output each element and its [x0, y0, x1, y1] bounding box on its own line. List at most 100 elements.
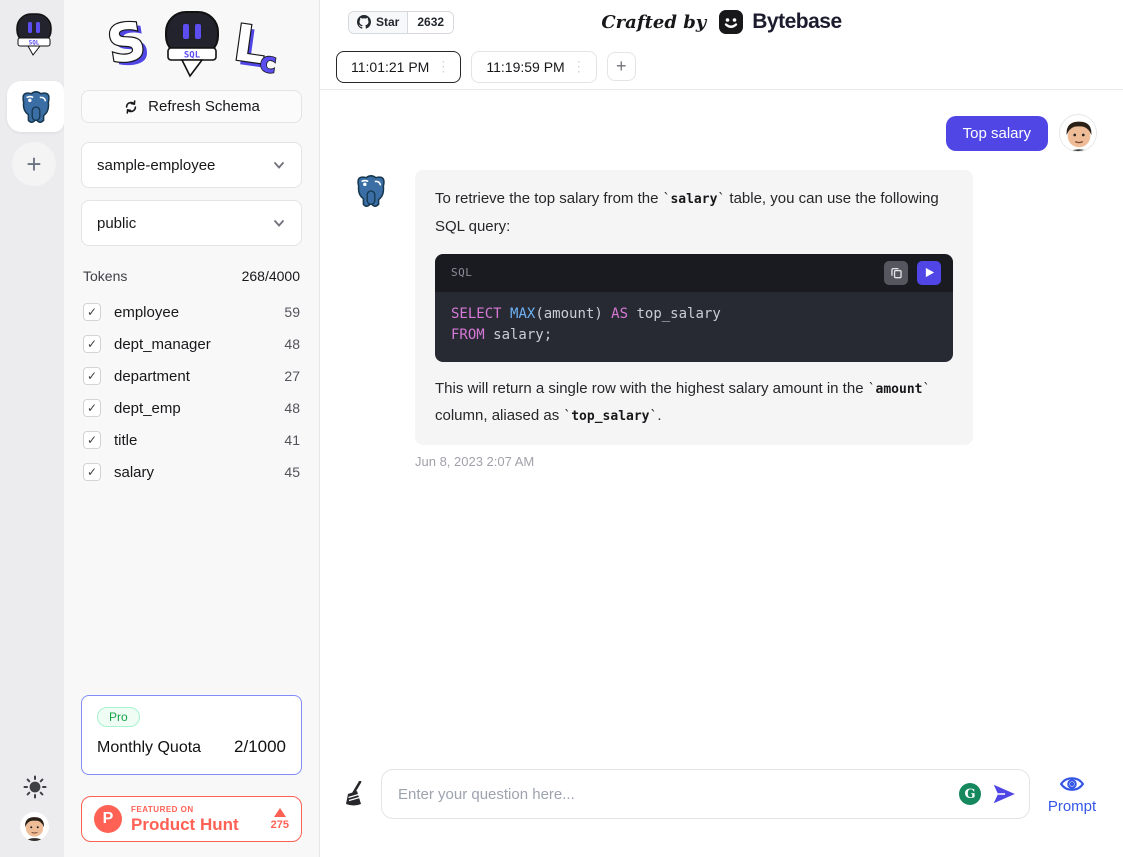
- tabs-list: 11:01:21 PM⋮11:19:59 PM⋮: [336, 51, 597, 83]
- play-icon: [924, 267, 935, 278]
- table-row[interactable]: ✓ dept_manager 48: [81, 328, 302, 360]
- github-star-button[interactable]: Star 2632: [348, 11, 454, 34]
- inline-code: amount: [868, 382, 931, 397]
- schema-select[interactable]: public: [81, 200, 302, 246]
- table-name: dept_manager: [114, 336, 211, 353]
- postgres-icon: [17, 88, 55, 126]
- table-row[interactable]: ✓employee59: [81, 296, 302, 328]
- table-checkbox[interactable]: ✓: [83, 335, 101, 353]
- product-hunt-brand: Product Hunt: [131, 816, 262, 833]
- product-hunt-upvote: 275: [271, 808, 289, 831]
- code-language-label: SQL: [451, 267, 884, 278]
- inline-code: top_salary: [563, 409, 657, 424]
- table-row[interactable]: ✓ dept_emp 48: [81, 392, 302, 424]
- refresh-schema-label: Refresh Schema: [148, 98, 260, 115]
- sql-code-block: SQL SELECT MAX(amount) AS: [435, 254, 953, 362]
- assistant-postgres-avatar: [352, 172, 390, 210]
- text-run: column, aliased as: [435, 407, 563, 424]
- table-token-count: 27: [284, 368, 300, 384]
- table-checkbox[interactable]: ✓: [83, 399, 101, 417]
- user-avatar: [1059, 114, 1097, 152]
- chevron-down-icon: [272, 216, 286, 230]
- tab-label: 11:01:21 PM: [351, 59, 429, 75]
- send-button[interactable]: [991, 781, 1017, 807]
- upvote-triangle-icon: [274, 808, 286, 817]
- table-checkbox[interactable]: ✓: [83, 367, 101, 385]
- product-hunt-badge[interactable]: P FEATURED ON Product Hunt 275: [81, 796, 302, 842]
- refresh-schema-button[interactable]: Refresh Schema: [81, 90, 302, 123]
- run-query-button[interactable]: [917, 261, 941, 285]
- question-input[interactable]: [398, 786, 949, 803]
- code-token: FROM: [451, 327, 485, 343]
- table-checkbox[interactable]: ✓: [83, 303, 101, 321]
- question-input-container: G: [381, 769, 1030, 819]
- connection-select[interactable]: sample-employee: [81, 142, 302, 188]
- code-token: [502, 306, 510, 322]
- quota-card: Pro Monthly Quota 2/1000: [81, 695, 302, 775]
- user-profile-avatar[interactable]: [20, 812, 49, 841]
- user-message-bubble: Top salary: [946, 116, 1048, 151]
- pro-badge: Pro: [97, 707, 140, 727]
- text-run: .: [657, 407, 661, 424]
- topbar: Star 2632 Crafted by Bytebase: [320, 0, 1123, 44]
- star-count: 2632: [408, 12, 453, 33]
- theme-toggle-sun-icon[interactable]: [23, 775, 47, 799]
- tab-menu-icon[interactable]: ⋮: [436, 58, 450, 75]
- bytebase-wordmark: Bytebase: [752, 10, 841, 34]
- assistant-message-bubble: To retrieve the top salary from the sala…: [415, 170, 973, 445]
- table-token-count: 59: [284, 304, 300, 320]
- star-label: Star: [376, 15, 399, 29]
- code-token: salary;: [485, 327, 552, 343]
- table-token-count: 48: [284, 400, 300, 416]
- message-timestamp: Jun 8, 2023 2:07 AM: [415, 454, 973, 469]
- table-checkbox[interactable]: ✓: [83, 431, 101, 449]
- new-tab-button[interactable]: +: [607, 52, 636, 81]
- sqlchat-bot-icon[interactable]: SQL: [14, 12, 54, 56]
- table-token-count: 48: [284, 336, 300, 352]
- text-run: To retrieve the top salary from the: [435, 190, 663, 207]
- code-token: MAX: [510, 306, 535, 322]
- tab-session[interactable]: 11:01:21 PM ⋮: [336, 51, 461, 83]
- text-run: This will return a single row with the h…: [435, 380, 868, 397]
- tokens-value: 268/4000: [242, 268, 300, 284]
- grammarly-icon[interactable]: G: [959, 783, 981, 805]
- table-name: title: [114, 432, 137, 449]
- code-token: top_salary: [628, 306, 721, 322]
- table-row[interactable]: ✓salary45: [81, 456, 302, 488]
- code-token: AS: [611, 306, 628, 322]
- quota-value: 2/1000: [234, 737, 286, 757]
- chevron-down-icon: [272, 158, 286, 172]
- code-line: SELECT MAX(amount) AS top_salary: [451, 304, 937, 325]
- tab-menu-icon[interactable]: ⋮: [572, 58, 586, 75]
- refresh-icon: [123, 99, 139, 115]
- table-name: department: [114, 368, 190, 385]
- sqlchat-logo: S S SQL L L c: [81, 0, 302, 90]
- conversation-tabs: 11:01:21 PM⋮11:19:59 PM⋮ +: [320, 44, 1123, 90]
- product-hunt-logo: P: [94, 805, 122, 833]
- table-name: dept_emp: [114, 400, 181, 417]
- tokens-row: Tokens 268/4000: [81, 268, 302, 284]
- table-checkbox[interactable]: ✓: [83, 463, 101, 481]
- tab-session[interactable]: 11:19:59 PM⋮: [471, 51, 596, 83]
- chat-main: Star 2632 Crafted by Bytebase 11:01:21 P…: [320, 0, 1123, 857]
- copy-icon: [890, 266, 903, 279]
- table-name: salary: [114, 464, 154, 481]
- table-row[interactable]: ✓ department 27: [81, 360, 302, 392]
- prompt-button[interactable]: Prompt: [1043, 773, 1101, 815]
- schema-sidebar: S S SQL L L c Refresh Sche: [64, 0, 320, 857]
- table-row[interactable]: ✓ title 41: [81, 424, 302, 456]
- new-conversation-button[interactable]: +: [12, 142, 56, 186]
- product-hunt-votes: 275: [271, 819, 289, 831]
- connection-tile-postgres[interactable]: [7, 81, 64, 132]
- code-body: SELECT MAX(amount) AS top_salaryFROM sal…: [435, 292, 953, 362]
- svg-text:SQL: SQL: [29, 40, 40, 47]
- composer: G Prompt: [344, 769, 1101, 819]
- table-token-count: 41: [284, 432, 300, 448]
- schema-select-value: public: [97, 215, 136, 232]
- crafted-by-text: Crafted by: [601, 12, 706, 33]
- clear-conversation-broom-icon[interactable]: [344, 781, 368, 807]
- bytebase-logo-icon: [718, 9, 744, 35]
- assistant-outro: This will return a single row with the h…: [435, 375, 953, 431]
- code-line: FROM salary;: [451, 325, 937, 346]
- copy-code-button[interactable]: [884, 261, 908, 285]
